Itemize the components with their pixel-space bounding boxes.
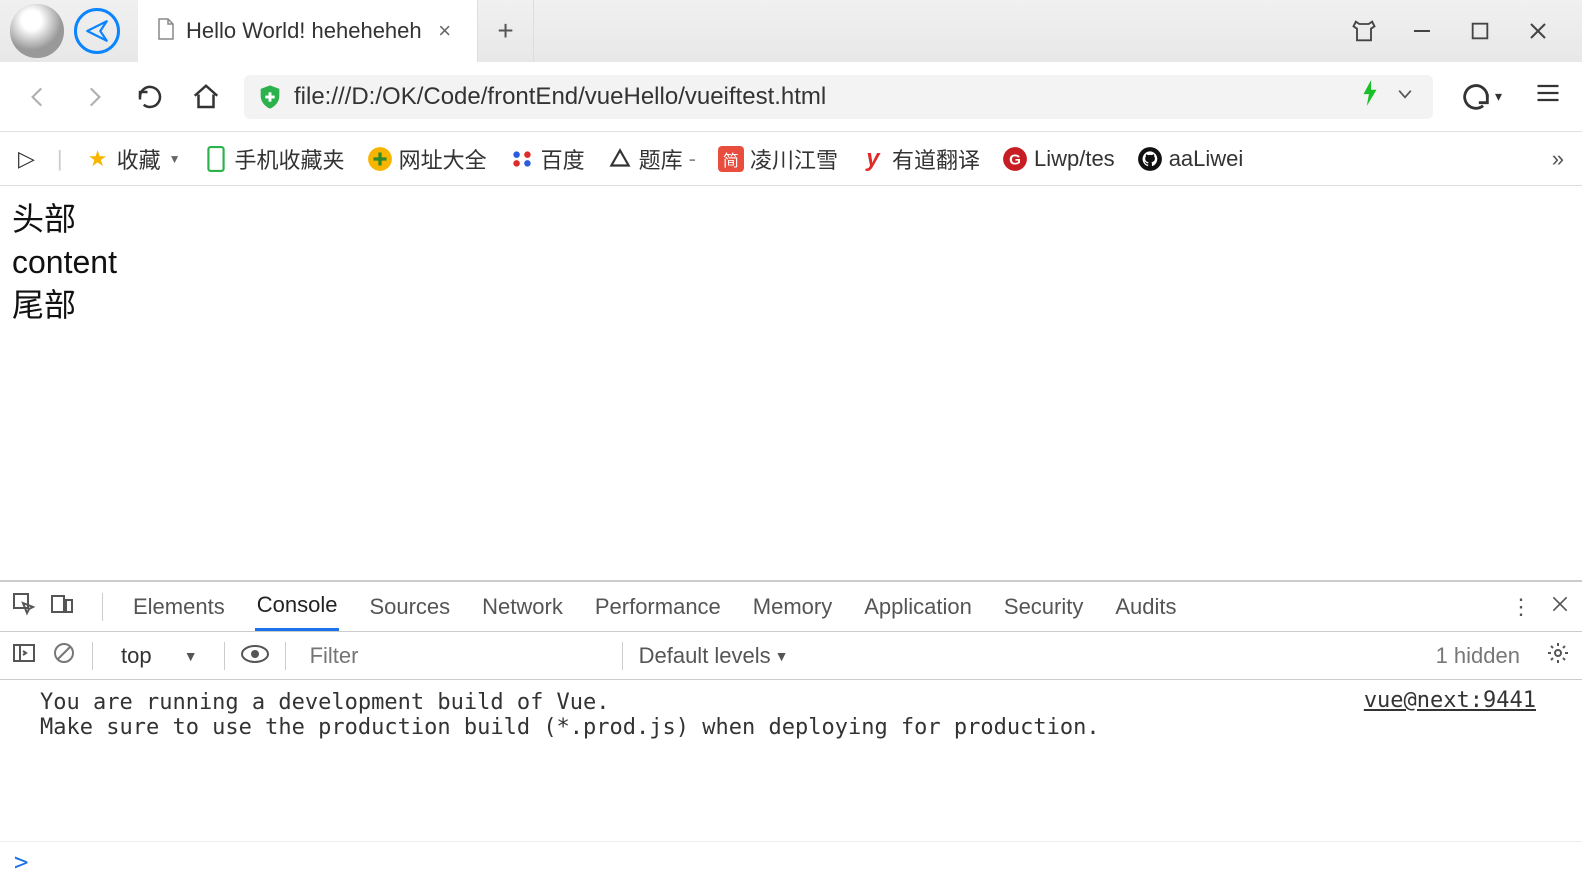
divider [92, 642, 93, 670]
device-toggle-icon[interactable] [50, 592, 74, 622]
url-dropdown-icon[interactable] [1395, 84, 1415, 109]
github-icon [1137, 146, 1163, 172]
browser-tab[interactable]: Hello World! heheheheh × [138, 0, 478, 62]
bookmark-baidu[interactable]: 百度 [509, 143, 585, 175]
sidebar-toggle-icon[interactable] [12, 641, 36, 671]
bookmark-aaliwei[interactable]: aaLiwei [1137, 146, 1244, 172]
console-messages: You are running a development build of V… [0, 680, 1582, 841]
console-source-link[interactable]: vue@next:9441 [1364, 688, 1536, 713]
bookmark-favorites[interactable]: ★ 收藏 ▼ [85, 143, 181, 175]
page-line-1: 头部 [12, 198, 1570, 241]
bookmark-label: 凌川江雪 [750, 143, 838, 175]
youdao-icon: y [860, 146, 886, 172]
console-line: Make sure to use the production build (*… [40, 715, 1542, 740]
svg-text:G: G [1009, 151, 1021, 168]
bookmark-label: Liwp/tes [1034, 146, 1115, 172]
tab-application[interactable]: Application [862, 582, 974, 631]
tab-memory[interactable]: Memory [751, 582, 834, 631]
filter-input[interactable] [302, 639, 606, 673]
chevron-down-icon: ▼ [169, 152, 181, 166]
page-line-2: content [12, 241, 1570, 284]
bookmark-label: aaLiwei [1169, 146, 1244, 172]
console-line: You are running a development build of V… [40, 690, 1542, 715]
file-icon [156, 17, 176, 46]
tab-console[interactable]: Console [255, 582, 340, 631]
reload-button[interactable] [132, 79, 168, 115]
tab-sources[interactable]: Sources [367, 582, 452, 631]
user-avatar[interactable] [10, 4, 64, 58]
inspect-icon[interactable] [12, 592, 36, 622]
bookmark-mobile[interactable]: 手机收藏夹 [203, 143, 345, 175]
bookmark-more[interactable]: » [1552, 146, 1564, 172]
bookmark-label: 百度 [541, 143, 585, 175]
tab-close-button[interactable]: × [432, 18, 458, 44]
divider [622, 642, 623, 670]
new-tab-button[interactable]: + [478, 0, 534, 62]
bolt-icon[interactable] [1361, 80, 1379, 113]
panel-toggle-icon[interactable]: ▷ [18, 146, 35, 172]
console-toolbar: top Default levels ▼ 1 hidden [0, 632, 1582, 680]
url-text: file:///D:/OK/Code/frontEnd/vueHello/vue… [294, 83, 1339, 111]
tiku-icon [607, 146, 633, 172]
bookmark-youdao[interactable]: y 有道翻译 [860, 143, 980, 175]
devtools-close-icon[interactable] [1550, 594, 1570, 620]
tab-network[interactable]: Network [480, 582, 565, 631]
log-levels-selector[interactable]: Default levels ▼ [639, 643, 789, 669]
chevron-down-icon: ▼ [775, 648, 789, 664]
divider [102, 593, 103, 621]
url-input[interactable]: file:///D:/OK/Code/frontEnd/vueHello/vue… [244, 75, 1433, 119]
undo-button[interactable]: ▾ [1459, 80, 1502, 114]
tab-elements[interactable]: Elements [131, 582, 227, 631]
bookmark-label: 网址大全 [399, 143, 487, 175]
navigate-icon[interactable] [74, 8, 120, 54]
minimize-button[interactable] [1402, 11, 1442, 51]
star-icon: ★ [85, 146, 111, 172]
home-button[interactable] [188, 79, 224, 115]
page-line-3: 尾部 [12, 284, 1570, 327]
live-expression-icon[interactable] [241, 643, 269, 669]
jian-icon: 简 [718, 146, 744, 172]
divider [285, 642, 286, 670]
forward-button[interactable] [76, 79, 112, 115]
tab-title: Hello World! heheheheh [186, 18, 422, 44]
tab-performance[interactable]: Performance [593, 582, 723, 631]
clear-console-icon[interactable] [52, 641, 76, 671]
close-window-button[interactable] [1518, 11, 1558, 51]
bookmarks-bar: ▷ | ★ 收藏 ▼ 手机收藏夹 网址大全 百度 题库 - 简 凌川江雪 y 有… [0, 132, 1582, 186]
bookmark-liwp[interactable]: G Liwp/tes [1002, 146, 1115, 172]
titlebar: Hello World! heheheheh × + [0, 0, 1582, 62]
gear-icon[interactable] [1546, 641, 1570, 671]
bookmark-label: 收藏 [117, 143, 161, 175]
menu-button[interactable] [1534, 79, 1562, 114]
addressbar: file:///D:/OK/Code/frontEnd/vueHello/vue… [0, 62, 1582, 132]
levels-label: Default levels [639, 643, 771, 669]
devtools-tabs: Elements Console Sources Network Perform… [0, 582, 1582, 632]
tab-security[interactable]: Security [1002, 582, 1085, 631]
skin-icon[interactable] [1344, 11, 1384, 51]
devtools-menu-icon[interactable]: ⋮ [1510, 594, 1532, 620]
bookmark-lcjx[interactable]: 简 凌川江雪 [718, 143, 838, 175]
tab-audits[interactable]: Audits [1113, 582, 1178, 631]
context-label: top [121, 643, 152, 669]
divider [224, 642, 225, 670]
divider: | [57, 146, 63, 172]
context-selector[interactable]: top [109, 639, 208, 673]
bookmark-label: 有道翻译 [892, 143, 980, 175]
baidu-icon [509, 146, 535, 172]
plus-circle-icon [367, 146, 393, 172]
gitee-icon: G [1002, 146, 1028, 172]
console-prompt[interactable]: > [0, 841, 1582, 882]
bookmark-sites[interactable]: 网址大全 [367, 143, 487, 175]
page-content: 头部 content 尾部 [0, 186, 1582, 580]
bookmark-label: 手机收藏夹 [235, 143, 345, 175]
window-controls [1344, 11, 1582, 51]
mobile-icon [203, 146, 229, 172]
maximize-button[interactable] [1460, 11, 1500, 51]
shield-icon [256, 83, 284, 111]
devtools: Elements Console Sources Network Perform… [0, 580, 1582, 882]
hidden-count[interactable]: 1 hidden [1436, 643, 1520, 669]
bookmark-label: 题库 [639, 143, 683, 175]
back-button[interactable] [20, 79, 56, 115]
bookmark-tiku[interactable]: 题库 - [607, 143, 696, 175]
